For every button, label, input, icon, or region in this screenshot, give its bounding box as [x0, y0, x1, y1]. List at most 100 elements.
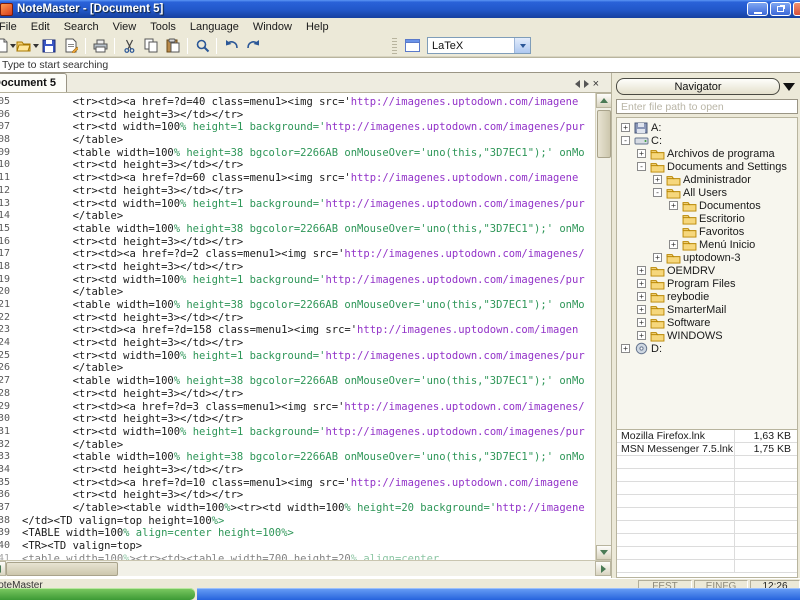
code-line[interactable]: 226 </table> — [0, 362, 595, 375]
horizontal-scrollbar[interactable] — [0, 560, 611, 576]
code-line[interactable]: 236 <tr><td height=3></td></tr> — [0, 489, 595, 502]
file-path-input[interactable]: Enter file path to open — [616, 99, 798, 114]
code-line[interactable]: 210 <tr><td height=3></td></tr> — [0, 159, 595, 172]
code-line[interactable]: 230 <tr><td height=3></td></tr> — [0, 413, 595, 426]
paste-button[interactable] — [162, 36, 184, 56]
cut-button[interactable] — [118, 36, 140, 56]
minimize-button[interactable] — [747, 2, 768, 16]
tree-item-a[interactable]: +A: — [617, 121, 797, 134]
code-line[interactable]: 233 <table width=100% height=38 bgcolor=… — [0, 451, 595, 464]
expand-icon[interactable]: + — [621, 344, 630, 353]
code-line[interactable]: 221 <table width=100% height=38 bgcolor=… — [0, 299, 595, 312]
code-line[interactable]: 232 </table> — [0, 439, 595, 452]
code-line[interactable]: 207 <tr><td width=100% height=1 backgrou… — [0, 121, 595, 134]
menu-tools[interactable]: Tools — [143, 20, 183, 34]
tree-item-archivos-de-programa[interactable]: +Archivos de programa — [617, 147, 797, 160]
print-button[interactable] — [89, 36, 111, 56]
tree-item-administrador[interactable]: +Administrador — [617, 173, 797, 186]
tab-scroll-right-icon[interactable] — [584, 80, 589, 88]
title-bar[interactable]: NoteMaster - [Document 5] × — [0, 0, 800, 18]
code-line[interactable]: 240<TR><TD valign=top> — [0, 540, 595, 553]
tree-item-uptodown-3[interactable]: +uptodown-3 — [617, 251, 797, 264]
tree-item-all-users[interactable]: -All Users — [617, 186, 797, 199]
code-line[interactable]: 217 <tr><td><a href=?d=2 class=menu1><im… — [0, 248, 595, 261]
code-line[interactable]: 225 <tr><td width=100% height=1 backgrou… — [0, 350, 595, 363]
tree-item-men-inicio[interactable]: +Menú Inicio — [617, 238, 797, 251]
expand-icon[interactable]: + — [653, 175, 662, 184]
expand-icon[interactable]: + — [637, 266, 646, 275]
tree-item-program-files[interactable]: +Program Files — [617, 277, 797, 290]
navigator-button[interactable]: Navigator — [616, 78, 780, 95]
navigator-dropdown-button[interactable] — [780, 83, 798, 91]
code-line[interactable]: 206 <tr><td height=3></td></tr> — [0, 109, 595, 122]
tree-item-oemdrv[interactable]: +OEMDRV — [617, 264, 797, 277]
vertical-scrollbar[interactable] — [595, 93, 611, 560]
file-list[interactable]: Mozilla Firefox.lnk1,63 KBMSN Messenger … — [616, 429, 798, 578]
properties-button[interactable] — [60, 36, 82, 56]
expand-icon[interactable]: + — [637, 318, 646, 327]
code-line[interactable]: 227 <table width=100% height=38 bgcolor=… — [0, 375, 595, 388]
code-line[interactable]: 224 <tr><td height=3></td></tr> — [0, 337, 595, 350]
tree-item-c[interactable]: -C: — [617, 134, 797, 147]
tab-document-5[interactable]: Document 5 — [0, 73, 67, 92]
scroll-down-button[interactable] — [596, 545, 611, 560]
tree-item-escritorio[interactable]: +Escritorio — [617, 212, 797, 225]
code-line[interactable]: 214 </table> — [0, 210, 595, 223]
start-button[interactable] — [0, 588, 195, 600]
scroll-right-button[interactable] — [595, 561, 611, 576]
code-line[interactable]: 209 <table width=100% height=38 bgcolor=… — [0, 147, 595, 160]
tab-close-icon[interactable]: × — [593, 79, 599, 89]
tree-item-favoritos[interactable]: +Favoritos — [617, 225, 797, 238]
code-line[interactable]: 216 <tr><td height=3></td></tr> — [0, 236, 595, 249]
expand-icon[interactable]: + — [637, 149, 646, 158]
code-line[interactable]: 220 </table> — [0, 286, 595, 299]
code-line[interactable]: 219 <tr><td width=100% height=1 backgrou… — [0, 274, 595, 287]
expand-icon[interactable]: + — [637, 292, 646, 301]
tree-item-windows[interactable]: +WINDOWS — [617, 329, 797, 342]
menu-view[interactable]: View — [106, 20, 144, 34]
collapse-icon[interactable]: - — [637, 162, 646, 171]
code-line[interactable]: 237 </table><table width=100%><tr><td wi… — [0, 502, 595, 515]
file-row[interactable]: Mozilla Firefox.lnk1,63 KB — [617, 430, 797, 443]
new-document-button[interactable] — [0, 36, 16, 56]
code-editor[interactable]: 205 <tr><td><a href=?d=40 class=menu1><i… — [0, 93, 611, 560]
code-line[interactable]: 239<TABLE width=100% align=center height… — [0, 527, 595, 540]
expand-icon[interactable]: + — [637, 305, 646, 314]
collapse-icon[interactable]: - — [653, 188, 662, 197]
menu-language[interactable]: Language — [183, 20, 246, 34]
scroll-up-button[interactable] — [596, 93, 611, 108]
expand-icon[interactable]: + — [621, 123, 630, 132]
restore-button[interactable] — [770, 2, 791, 16]
folder-tree[interactable]: +A:-C:+Archivos de programa-Documents an… — [616, 117, 798, 429]
redo-button[interactable] — [242, 36, 264, 56]
quick-search-bar[interactable]: Type to start searching — [0, 57, 800, 73]
expand-icon[interactable]: + — [653, 253, 662, 262]
code-line[interactable]: 231 <tr><td width=100% height=1 backgrou… — [0, 426, 595, 439]
code-line[interactable]: 215 <table width=100% height=38 bgcolor=… — [0, 223, 595, 236]
code-line[interactable]: 229 <tr><td><a href=?d=3 class=menu1><im… — [0, 401, 595, 414]
code-line[interactable]: 238</td><TD valign=top height=100%> — [0, 515, 595, 528]
syntax-combobox[interactable]: LaTeX — [427, 37, 531, 54]
menu-edit[interactable]: Edit — [24, 20, 57, 34]
code-line[interactable]: 208 </table> — [0, 134, 595, 147]
code-line[interactable]: 235 <tr><td><a href=?d=10 class=menu1><i… — [0, 477, 595, 490]
undo-button[interactable] — [220, 36, 242, 56]
code-line[interactable]: 228 <tr><td height=3></td></tr> — [0, 388, 595, 401]
expand-icon[interactable]: + — [637, 331, 646, 340]
menu-file[interactable]: File — [0, 20, 24, 34]
tree-item-documentos[interactable]: +Documentos — [617, 199, 797, 212]
code-line[interactable]: 211 <tr><td><a href=?d=60 class=menu1><i… — [0, 172, 595, 185]
copy-button[interactable] — [140, 36, 162, 56]
open-folder-button[interactable] — [16, 36, 38, 56]
code-line[interactable]: 223 <tr><td><a href=?d=158 class=menu1><… — [0, 324, 595, 337]
expand-icon[interactable]: + — [637, 279, 646, 288]
code-line[interactable]: 213 <tr><td width=100% height=1 backgrou… — [0, 198, 595, 211]
tree-item-smartermail[interactable]: +SmarterMail — [617, 303, 797, 316]
collapse-icon[interactable]: - — [621, 136, 630, 145]
vertical-scroll-thumb[interactable] — [597, 110, 611, 158]
save-button[interactable] — [38, 36, 60, 56]
code-line[interactable]: 222 <tr><td height=3></td></tr> — [0, 312, 595, 325]
menu-help[interactable]: Help — [299, 20, 336, 34]
expand-icon[interactable]: + — [669, 201, 678, 210]
menu-window[interactable]: Window — [246, 20, 299, 34]
